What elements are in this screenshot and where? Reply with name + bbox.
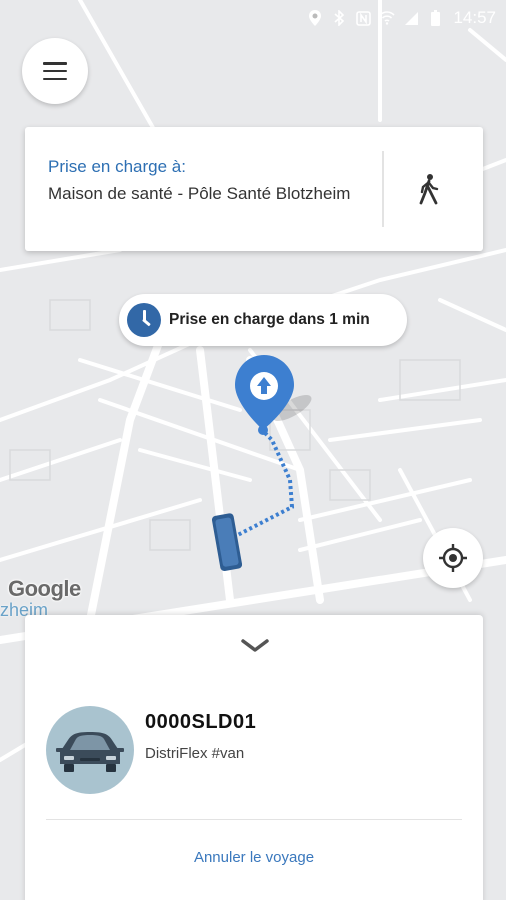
- pickup-card[interactable]: Prise en charge à: Maison de santé - Pôl…: [25, 127, 483, 251]
- cancel-trip-button[interactable]: Annuler le voyage: [25, 849, 483, 866]
- my-location-icon: [439, 544, 467, 572]
- pickup-title: Prise en charge à:: [48, 157, 186, 176]
- battery-icon: [427, 10, 443, 26]
- wifi-icon: [379, 10, 396, 26]
- eta-pill: Prise en charge dans 1 min: [119, 294, 407, 346]
- bluetooth-icon: [331, 10, 347, 26]
- location-icon: [307, 10, 323, 26]
- walking-person-icon[interactable]: [417, 173, 441, 205]
- trip-sheet: 0000SLD01 DistriFlex #van Annuler le voy…: [25, 615, 483, 900]
- nfc-icon: [355, 10, 371, 26]
- pickup-place: Maison de santé - Pôle Santé Blotzheim: [48, 184, 351, 203]
- clock-icon: [127, 303, 161, 337]
- signal-icon: [403, 10, 419, 26]
- my-location-button[interactable]: [423, 528, 483, 588]
- van-icon: [56, 732, 124, 772]
- status-bar: 14:57: [0, 0, 506, 36]
- sheet-divider: [46, 819, 462, 820]
- chevron-down-icon[interactable]: [241, 639, 269, 653]
- status-time: 14:57: [453, 8, 496, 27]
- pickup-divider: [382, 151, 384, 227]
- google-attribution: Google: [8, 576, 81, 601]
- vehicle-name: DistriFlex #van: [145, 745, 245, 762]
- eta-text: Prise en charge dans 1 min: [169, 311, 370, 328]
- hamburger-menu-icon: [43, 62, 67, 80]
- vehicle-plate: 0000SLD01: [145, 711, 257, 733]
- menu-button[interactable]: [22, 38, 88, 104]
- vehicle-avatar: [46, 706, 134, 794]
